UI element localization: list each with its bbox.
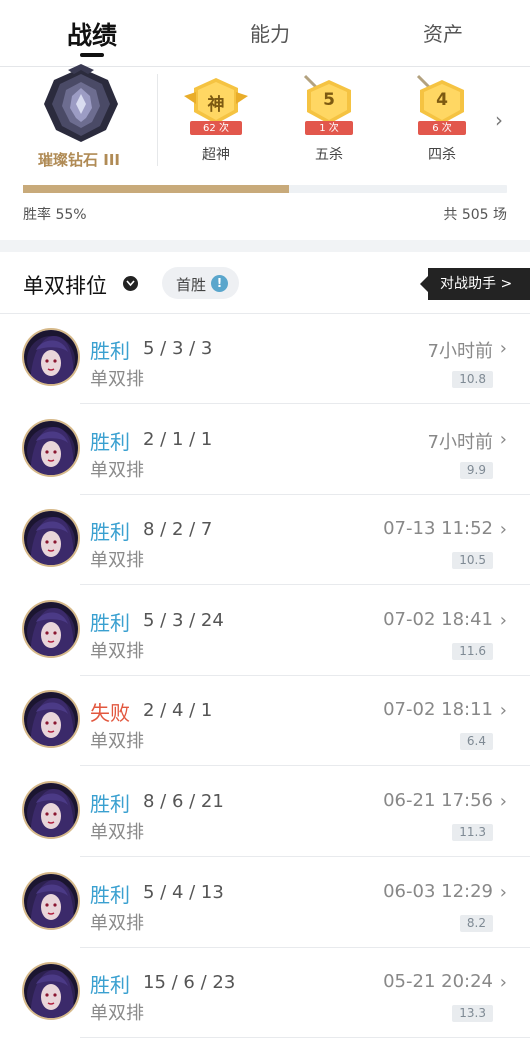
- tab-ability[interactable]: 能力: [250, 18, 290, 47]
- medal-glyph: 4: [436, 90, 448, 110]
- match-queue: 单双排: [90, 1003, 144, 1025]
- active-tab-indicator: [80, 53, 104, 57]
- chevron-right-icon: ›: [499, 700, 507, 722]
- match-kda: 5 / 3 / 24: [143, 609, 224, 631]
- match-score: 10.5: [452, 552, 493, 570]
- battle-assistant-button[interactable]: 对战助手 >: [420, 268, 530, 300]
- match-kda: 15 / 6 / 23: [143, 972, 236, 994]
- match-time: 06-03 12:29: [383, 880, 493, 902]
- first-win-label: 首胜: [176, 276, 207, 294]
- chevron-right-icon: ›: [499, 609, 507, 631]
- tab-assets[interactable]: 资产: [423, 18, 463, 47]
- match-kda: 8 / 2 / 7: [143, 519, 213, 541]
- champion-avatar: [24, 601, 78, 656]
- match-queue: 单双排: [90, 369, 144, 390]
- info-icon: !: [211, 275, 228, 292]
- medal-count: 1 次: [319, 123, 339, 134]
- match-queue: 单双排: [90, 459, 144, 481]
- champion-avatar: [24, 692, 78, 747]
- chevron-right-icon: ›: [499, 338, 507, 359]
- section-gap: [0, 240, 530, 252]
- total-games-text: 共 505 场: [443, 207, 507, 223]
- win-rate-text: 胜率 55%: [23, 207, 87, 223]
- diamond-rank-emblem-icon[interactable]: [38, 64, 124, 146]
- match-result: 胜利: [90, 882, 130, 907]
- match-score: 13.3: [452, 1005, 493, 1023]
- champion-avatar: [24, 783, 78, 837]
- match-kda: 8 / 6 / 21: [143, 791, 224, 812]
- match-result: 胜利: [90, 520, 130, 545]
- champion-avatar: [24, 511, 78, 566]
- match-row[interactable]: 失败 2 / 4 / 1 单双排 07-02 18:11 › 6.4: [0, 676, 530, 767]
- match-time: 7小时前: [427, 341, 493, 362]
- chevron-right-icon: ›: [499, 519, 507, 541]
- chevron-right-icon: ›: [499, 881, 507, 903]
- chevron-right-icon: ›: [499, 972, 507, 994]
- chevron-right-icon[interactable]: ›: [495, 108, 503, 132]
- match-time: 07-02 18:41: [383, 608, 493, 630]
- champion-avatar: [24, 964, 78, 1019]
- tab-bar: 战绩 能力 资产: [0, 0, 530, 67]
- match-row[interactable]: 胜利 8 / 6 / 21 单双排 06-21 17:56 › 11.3: [0, 767, 530, 857]
- champion-avatar: [24, 873, 78, 928]
- match-row[interactable]: 胜利 8 / 2 / 7 单双排 07-13 11:52 › 10.5: [0, 495, 530, 586]
- rank-name: 璀璨钻石 III: [38, 151, 120, 169]
- chevron-down-icon[interactable]: [123, 276, 138, 291]
- match-score: 10.8: [452, 371, 493, 388]
- match-kda: 2 / 1 / 1: [143, 428, 213, 450]
- medal-glyph: 神: [207, 95, 225, 115]
- first-win-chip[interactable]: 首胜 !: [162, 267, 239, 299]
- match-time: 06-21 17:56: [383, 790, 493, 811]
- battle-assistant-label: 对战助手 >: [440, 276, 513, 292]
- medal-legendary[interactable]: 神 62 次 超神: [182, 74, 250, 164]
- match-result: 胜利: [90, 429, 130, 454]
- medal-penta-kill[interactable]: 5 1 次 五杀: [295, 74, 363, 164]
- medal-glyph: 5: [323, 90, 335, 110]
- medal-label: 五杀: [315, 147, 343, 163]
- match-result: 胜利: [90, 973, 130, 998]
- tab-record[interactable]: 战绩: [67, 16, 117, 52]
- match-result: 胜利: [90, 610, 130, 635]
- medal-quadra-kill[interactable]: 4 6 次 四杀: [408, 74, 476, 164]
- win-rate-bar: [23, 185, 507, 193]
- match-time: 05-21 20:24: [383, 971, 493, 993]
- medal-label: 超神: [202, 147, 230, 163]
- match-score: 9.9: [459, 461, 493, 479]
- divider: [157, 74, 158, 166]
- match-time: 7小时前: [427, 431, 493, 453]
- medal-count: 62 次: [203, 123, 229, 134]
- match-score: 11.6: [452, 642, 493, 660]
- match-queue: 单双排: [90, 822, 144, 843]
- chevron-right-icon: ›: [499, 791, 507, 812]
- champion-avatar: [24, 330, 78, 384]
- match-score: 6.4: [459, 733, 493, 751]
- match-time: 07-13 11:52: [383, 518, 493, 540]
- match-row[interactable]: 胜利 5 / 3 / 24 单双排 07-02 18:41 › 11.6: [0, 586, 530, 676]
- match-score: 8.2: [459, 914, 493, 932]
- chevron-right-icon: ›: [499, 428, 507, 450]
- medal-label: 四杀: [428, 147, 456, 163]
- match-row[interactable]: 胜利 5 / 3 / 3 单双排 7小时前 › 10.8: [0, 314, 530, 404]
- match-time: 07-02 18:11: [383, 699, 493, 721]
- match-row[interactable]: 胜利 15 / 6 / 23 单双排 05-21 20:24 › 13.3: [0, 948, 530, 1038]
- match-kda: 5 / 3 / 3: [143, 338, 213, 359]
- match-row[interactable]: 胜利 2 / 1 / 1 单双排 7小时前 › 9.9: [0, 405, 530, 495]
- match-result: 胜利: [90, 339, 130, 363]
- match-queue: 单双排: [90, 550, 144, 572]
- match-queue: 单双排: [90, 731, 144, 753]
- queue-mode-selector[interactable]: 单双排位: [23, 270, 107, 300]
- match-row[interactable]: 胜利 5 / 4 / 13 单双排 06-03 12:29 › 8.2: [0, 858, 530, 948]
- match-result: 胜利: [90, 792, 130, 816]
- match-queue: 单双排: [90, 640, 144, 662]
- win-rate-fill: [23, 185, 290, 193]
- match-score: 11.3: [452, 824, 493, 841]
- medal-count: 6 次: [432, 123, 452, 134]
- match-kda: 5 / 4 / 13: [143, 881, 224, 903]
- champion-avatar: [24, 420, 78, 475]
- match-queue: 单双排: [90, 912, 144, 934]
- match-kda: 2 / 4 / 1: [143, 700, 213, 722]
- match-result: 失败: [90, 701, 130, 726]
